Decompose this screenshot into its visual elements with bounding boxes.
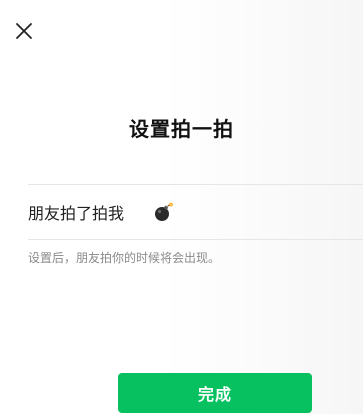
bomb-emoji-icon — [152, 201, 174, 223]
page-title: 设置拍一拍 — [129, 117, 234, 141]
close-icon — [13, 20, 35, 42]
pat-label: 朋友拍了拍我 — [28, 204, 125, 223]
pat-settings-page: 设置拍一拍 朋友拍了拍我 设置后，朋友拍你的时候将会出现。 完成 — [0, 0, 363, 414]
close-button[interactable] — [13, 20, 35, 42]
done-button[interactable]: 完成 — [118, 373, 312, 413]
pat-setting-row: 朋友拍了拍我 — [28, 184, 363, 240]
pat-suffix-input[interactable] — [124, 185, 363, 239]
pat-hint-text: 设置后，朋友拍你的时候将会出现。 — [28, 251, 221, 265]
